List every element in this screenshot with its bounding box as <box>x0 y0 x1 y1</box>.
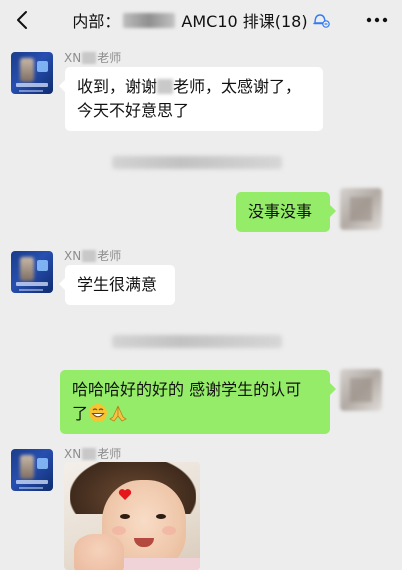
teacher-avatar[interactable] <box>11 449 53 491</box>
my-avatar[interactable] <box>340 369 382 411</box>
muted-bell-icon <box>312 12 330 28</box>
folded-hands-emoji <box>109 405 127 422</box>
redacted-title-part <box>123 12 176 28</box>
redacted-name-part <box>82 51 97 64</box>
chat-title-prefix: 内部： <box>72 12 121 31</box>
grinning-face-emoji <box>89 404 108 422</box>
redacted-name-part <box>157 79 174 94</box>
teacher-avatar[interactable] <box>11 52 53 94</box>
chat-title: 内部： AMC10 排课(18) <box>0 9 402 31</box>
chat-header: 内部： AMC10 排课(18) <box>0 0 402 40</box>
more-horizontal-icon <box>366 17 388 23</box>
sender-name: XN 老师 <box>64 446 122 462</box>
sender-name: XN 老师 <box>64 248 122 264</box>
image-message[interactable] <box>64 462 200 570</box>
message-bubble-outgoing[interactable]: 哈哈哈好的好的 感谢学生的认可 了 <box>60 370 336 434</box>
teacher-avatar[interactable] <box>11 251 53 293</box>
timestamp-redacted <box>112 156 282 169</box>
heart-icon <box>118 489 132 500</box>
redacted-name-part <box>82 249 97 262</box>
message-bubble-incoming[interactable]: 学生很满意 <box>59 265 175 305</box>
chat-title-suffix: AMC10 排课(18) <box>181 12 308 31</box>
sender-name: XN 老师 <box>64 50 122 66</box>
timestamp-redacted <box>112 335 282 348</box>
redacted-name-part <box>82 447 97 460</box>
message-bubble-outgoing[interactable]: 没事没事 <box>236 192 336 232</box>
more-options-button[interactable] <box>364 8 390 32</box>
my-avatar[interactable] <box>340 188 382 230</box>
message-bubble-incoming[interactable]: 收到，谢谢 老师，太感谢了， 今天不好意思了 <box>59 67 323 131</box>
